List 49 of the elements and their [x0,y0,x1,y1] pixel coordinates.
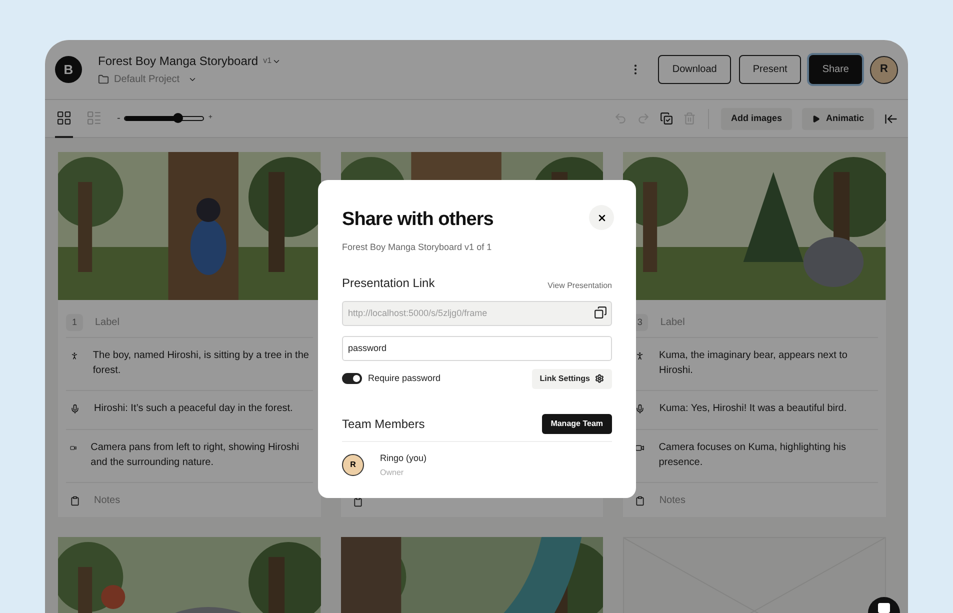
frame-text[interactable]: Kuma: Yes, Hiroshi! It was a beautiful bird. [659,401,847,416]
require-password-toggle[interactable] [342,373,362,384]
frame-text[interactable]: Camera focuses on Kuma, highlighting his presence. [658,440,878,470]
grid-icon [56,110,72,126]
close-button[interactable] [589,205,614,230]
video-camera-icon [70,443,77,453]
section-heading: Presentation Link [342,275,435,292]
header-button[interactable]: Download [658,55,731,84]
video-camera-icon [635,443,645,453]
user-avatar[interactable]: R [870,56,898,84]
zoom-slider[interactable] [124,116,204,121]
frame-number: 1 [66,314,83,331]
settings-icon [595,374,604,383]
add-images-button[interactable]: Add images [720,108,792,130]
copy-check-icon[interactable] [660,112,673,125]
clipboard-icon [635,496,646,506]
play-icon [812,114,820,122]
password-field[interactable]: password [342,336,612,360]
dialog-subtitle: Forest Boy Manga Storyboard v1 of 1 [342,240,493,254]
collapse-panel-icon[interactable] [884,112,898,126]
microphone-icon [70,404,80,414]
close-icon [596,212,606,222]
version-dropdown[interactable]: v1 [263,55,281,67]
chevron-down-icon [188,75,197,84]
clipboard-icon [70,496,80,506]
view-presentation-link[interactable]: View Presentation [548,280,612,292]
frame-text[interactable]: Hiroshi: It’s such a peaceful day in the forest. [94,401,293,416]
frame-text[interactable]: The boy, named Hiroshi, is sitting by a tree in the forest. [92,348,313,378]
header-button[interactable]: Present [738,55,802,84]
manage-team-button[interactable]: Manage Team [542,414,612,434]
member-name: Ringo (you) [380,452,427,465]
frame-text[interactable]: Camera pans from left to right, showing Hiroshi and the surrounding nature. [90,440,313,470]
section-heading: Team Members [342,416,425,432]
list-icon [86,110,102,126]
clipboard-icon [352,497,363,507]
member-avatar: R [342,454,364,476]
toggle-label: Require password [368,372,441,385]
copy-icon[interactable] [594,306,607,319]
zoom-out-label: - [117,112,120,126]
dialog-title: Share with others [342,208,494,232]
microphone-icon [635,404,646,414]
frame-text[interactable]: Kuma, the imaginary bear, appears next to Hiroshi. [659,348,878,378]
animatic-button[interactable]: Animatic [802,108,874,130]
share-button[interactable]: Share [809,55,862,84]
member-role: Owner [380,467,405,479]
logo[interactable]: B [55,56,82,83]
folder-icon [98,74,109,85]
link-settings-button[interactable]: Link Settings [532,368,612,388]
storyboard-title: Forest Boy Manga Storyboard [98,53,258,70]
